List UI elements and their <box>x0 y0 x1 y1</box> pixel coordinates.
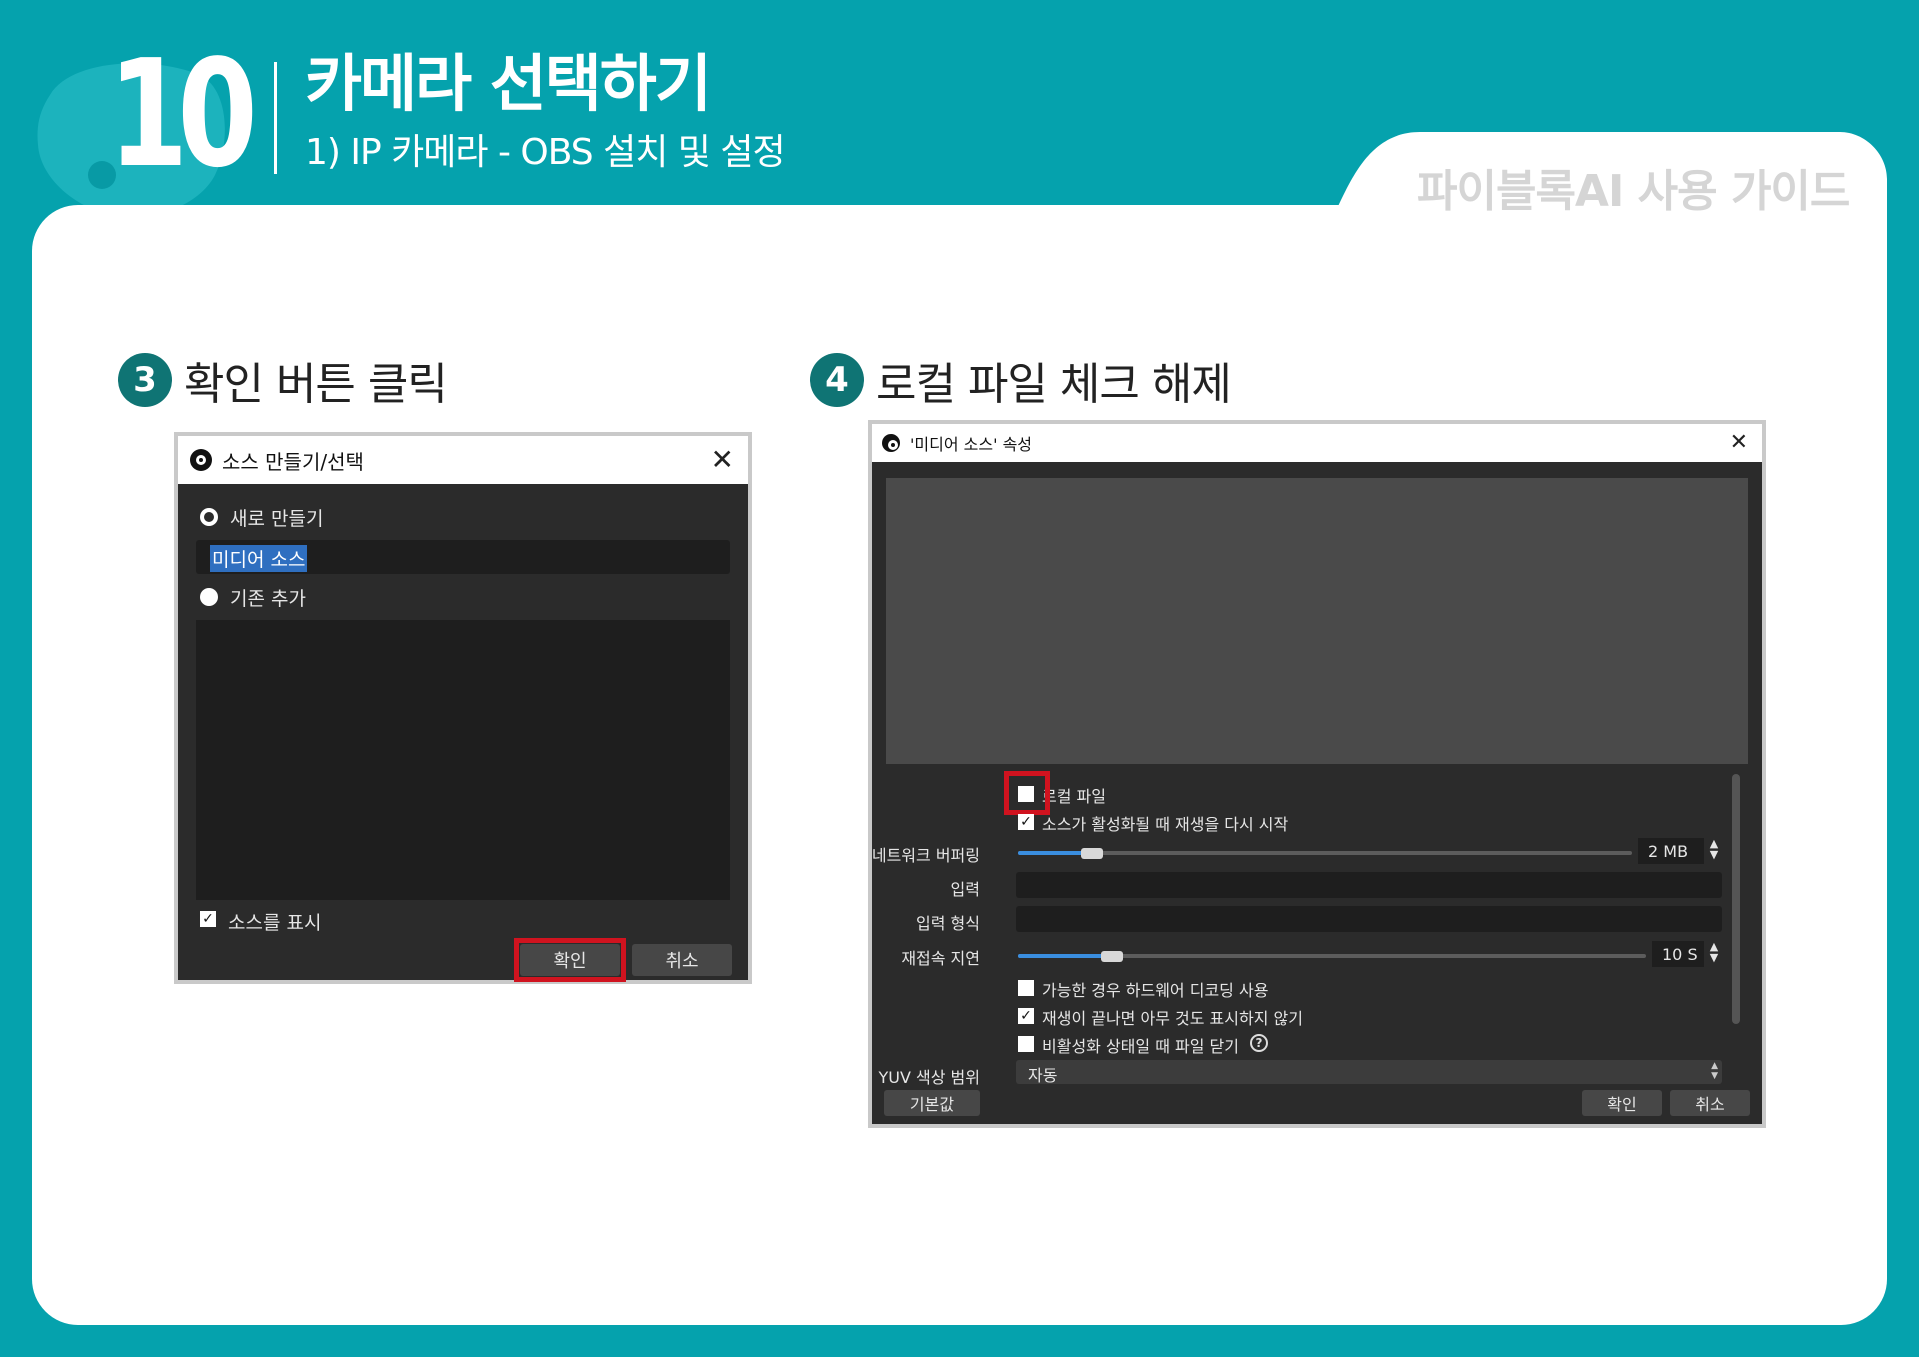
reconnect-delay-knob[interactable] <box>1101 951 1123 962</box>
highlight-box <box>514 938 626 982</box>
obs-logo-icon <box>882 434 900 452</box>
chapter-number: 10 <box>108 28 258 200</box>
radio-existing-label: 기존 추가 <box>230 588 306 610</box>
show-nothing-checkbox[interactable]: ✓ <box>1018 1008 1034 1024</box>
media-source-properties-dialog: '미디어 소스' 속성 ✕ 로컬 파일 ✓ 소스가 활성화될 때 재생을 다시 … <box>868 420 1766 1128</box>
reconnect-delay-spinbox[interactable]: 10 S <box>1652 941 1704 967</box>
help-icon[interactable]: ? <box>1250 1034 1268 1052</box>
step-badge: 4 <box>810 353 864 407</box>
input-field[interactable] <box>1016 872 1722 898</box>
input-format-label: 입력 형식 <box>916 914 980 933</box>
step-4-heading: 4 로컬 파일 체크 해제 <box>810 348 1232 412</box>
network-buffering-knob[interactable] <box>1081 848 1103 859</box>
show-source-checkbox[interactable]: ✓ <box>200 911 216 927</box>
defaults-button[interactable]: 기본값 <box>884 1090 980 1116</box>
close-inactive-label: 비활성화 상태일 때 파일 닫기 <box>1042 1037 1239 1056</box>
step-text: 로컬 파일 체크 해제 <box>876 359 1232 410</box>
existing-sources-list[interactable] <box>196 620 730 900</box>
step-3-heading: 3 확인 버튼 클릭 <box>118 348 448 412</box>
dialog-title: 소스 만들기/선택 <box>222 449 364 474</box>
cancel-button[interactable]: 취소 <box>632 944 732 976</box>
chapter-title: 카메라 선택하기 <box>305 47 712 120</box>
spin-arrows-icon[interactable]: ▲ ▼ <box>1706 941 1722 963</box>
source-name-value: 미디어 소스 <box>210 545 308 572</box>
header-divider <box>274 62 277 174</box>
local-file-label: 로컬 파일 <box>1042 787 1106 806</box>
hw-decoding-checkbox[interactable] <box>1018 980 1034 996</box>
network-buffering-spinbox[interactable]: 2 MB <box>1638 838 1704 864</box>
restart-checkbox[interactable]: ✓ <box>1018 814 1034 830</box>
source-select-dialog: 소스 만들기/선택 ✕ 새로 만들기 미디어 소스 기존 추가 ✓ 소스를 표시… <box>174 432 752 984</box>
yuv-range-value: 자동 <box>1028 1066 1058 1085</box>
chapter-subtitle: 1) IP 카메라 - OBS 설치 및 설정 <box>305 132 786 173</box>
input-format-field[interactable] <box>1016 906 1722 932</box>
reconnect-delay-label: 재접속 지연 <box>901 949 980 968</box>
input-label: 입력 <box>950 880 980 899</box>
ok-button[interactable]: 확인 <box>1582 1090 1662 1116</box>
dialog-titlebar: 소스 만들기/선택 ✕ <box>178 436 748 484</box>
cancel-button[interactable]: 취소 <box>1670 1090 1750 1116</box>
step-text: 확인 버튼 클릭 <box>184 359 448 410</box>
radio-new[interactable] <box>200 508 218 526</box>
step-badge: 3 <box>118 353 172 407</box>
show-source-label: 소스를 표시 <box>228 912 322 934</box>
scrollbar[interactable] <box>1732 774 1740 1024</box>
spin-arrows-icon[interactable]: ▲ ▼ <box>1706 838 1722 860</box>
yuv-range-label: YUV 색상 범위 <box>878 1068 980 1087</box>
show-nothing-label: 재생이 끝나면 아무 것도 표시하지 않기 <box>1042 1009 1303 1028</box>
dialog-title: '미디어 소스' 속성 <box>910 435 1033 454</box>
preview-area <box>886 478 1748 764</box>
radio-existing[interactable] <box>200 588 218 606</box>
close-icon[interactable]: ✕ <box>1730 432 1748 454</box>
dialog-titlebar: '미디어 소스' 속성 ✕ <box>872 424 1762 462</box>
restart-label: 소스가 활성화될 때 재생을 다시 시작 <box>1042 815 1289 834</box>
close-icon[interactable]: ✕ <box>711 446 734 474</box>
yuv-range-select[interactable]: 자동 ▲ ▼ <box>1016 1060 1722 1085</box>
source-name-input[interactable]: 미디어 소스 <box>196 540 730 574</box>
select-arrows-icon: ▲ ▼ <box>1711 1061 1718 1081</box>
reconnect-delay-fill <box>1018 954 1112 958</box>
highlight-box <box>1004 771 1050 815</box>
obs-logo-icon <box>190 449 212 471</box>
network-buffering-slider[interactable] <box>1018 851 1632 855</box>
hw-decoding-label: 가능한 경우 하드웨어 디코딩 사용 <box>1042 981 1269 1000</box>
guide-label: 파이블록AI 사용 가이드 <box>1417 166 1850 217</box>
radio-new-label: 새로 만들기 <box>230 508 324 530</box>
close-inactive-checkbox[interactable] <box>1018 1036 1034 1052</box>
network-buffering-label: 네트워크 버퍼링 <box>871 846 980 865</box>
